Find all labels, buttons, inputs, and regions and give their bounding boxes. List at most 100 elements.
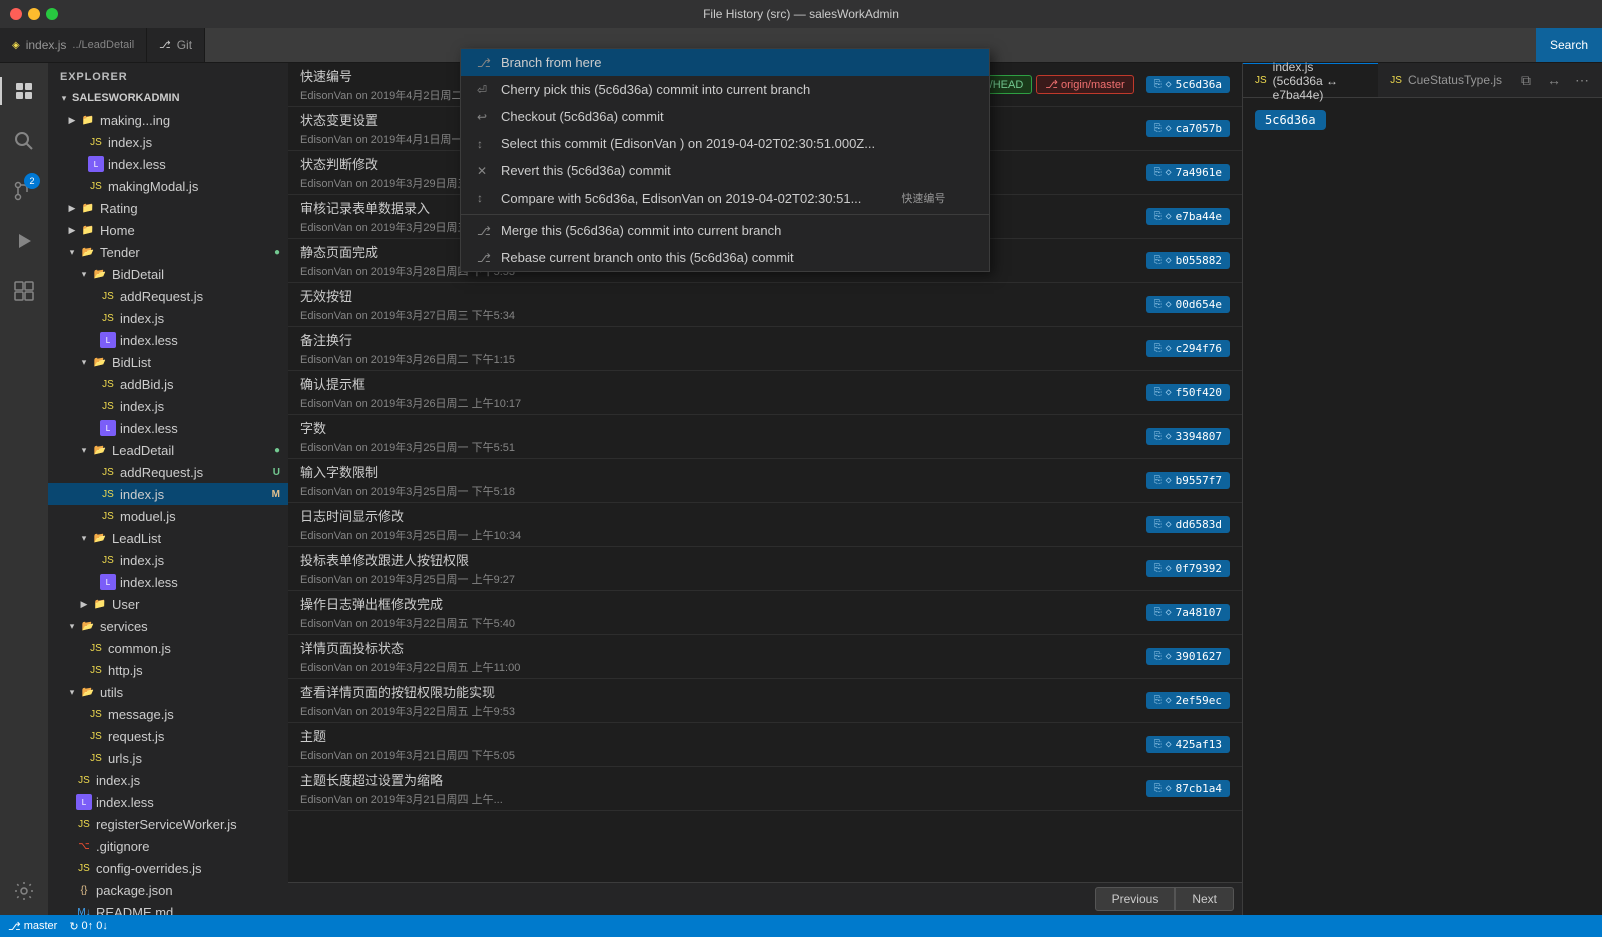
commit-hash-6[interactable]: ⎘ ◇ c294f76 — [1146, 340, 1230, 357]
commit-row-9[interactable]: 输入字数限制 EdisonVan on 2019年3月25日周一 下午5:18 … — [288, 459, 1242, 503]
previous-button[interactable]: Previous — [1095, 887, 1176, 911]
activity-search[interactable] — [0, 117, 48, 165]
commit-hash-11[interactable]: ⎘ ◇ 0f79392 — [1146, 560, 1230, 577]
commit-row-16[interactable]: 主题长度超过设置为缩略 EdisonVan on 2019年3月21日周四 上午… — [288, 767, 1242, 811]
commit-row-11[interactable]: 投标表单修改跟进人按钮权限 EdisonVan on 2019年3月25日周一 … — [288, 547, 1242, 591]
sidebar-root[interactable]: ▾ SALESWORKADMIN — [48, 87, 288, 109]
sidebar-item-index-less-1[interactable]: L index.less — [48, 153, 288, 175]
sidebar-item-rating[interactable]: ▶ 📁 Rating — [48, 197, 288, 219]
sidebar-item-leaddetail[interactable]: ▾ 📂 LeadDetail ● — [48, 439, 288, 461]
search-button[interactable]: Search — [1536, 28, 1602, 62]
commit-row-13[interactable]: 详情页面投标状态 EdisonVan on 2019年3月22日周五 上午11:… — [288, 635, 1242, 679]
sync-count: 0↑ 0↓ — [82, 920, 108, 932]
commit-row-15[interactable]: 主题 EdisonVan on 2019年3月21日周四 下午5:05 ⎘ ◇ … — [288, 723, 1242, 767]
sidebar-item-index-less-root[interactable]: L index.less — [48, 791, 288, 813]
sidebar-item-urls-js[interactable]: JS urls.js — [48, 747, 288, 769]
commit-hash-4[interactable]: ⎘ ◇ b055882 — [1146, 252, 1230, 269]
sidebar-item-gitignore[interactable]: ⌥ .gitignore — [48, 835, 288, 857]
branch-status[interactable]: ⎇ master — [8, 920, 57, 933]
sidebar-item-index-less-3[interactable]: L index.less — [48, 417, 288, 439]
context-menu-item-rebase[interactable]: ⎇ Rebase current branch onto this (5c6d3… — [461, 244, 989, 271]
activity-run[interactable] — [0, 217, 48, 265]
sidebar-item-request-js[interactable]: JS request.js — [48, 725, 288, 747]
commit-hash-2[interactable]: ⎘ ◇ 7a4961e — [1146, 164, 1230, 181]
sync-status[interactable]: ↻ 0↑ 0↓ — [69, 920, 108, 933]
sidebar-item-leadlist[interactable]: ▾ 📂 LeadList — [48, 527, 288, 549]
next-button[interactable]: Next — [1175, 887, 1234, 911]
sidebar-item-home[interactable]: ▶ 📁 Home — [48, 219, 288, 241]
commit-hash-13[interactable]: ⎘ ◇ 3901627 — [1146, 648, 1230, 665]
context-menu-item-branch-from-here[interactable]: ⎇ Branch from here — [461, 49, 989, 76]
sidebar-item-making-modal[interactable]: JS makingModal.js — [48, 175, 288, 197]
sidebar-item-http-js[interactable]: JS http.js — [48, 659, 288, 681]
sidebar-item-addrequest-1[interactable]: JS addRequest.js — [48, 285, 288, 307]
copy-hash-icon: ⎘ — [1154, 343, 1162, 354]
commit-hash-14[interactable]: ⎘ ◇ 2ef59ec — [1146, 692, 1230, 709]
close-button[interactable] — [10, 8, 22, 20]
commit-row-14[interactable]: 查看详情页面的按钮权限功能实现 EdisonVan on 2019年3月22日周… — [288, 679, 1242, 723]
minimize-button[interactable] — [28, 8, 40, 20]
sidebar-item-utils[interactable]: ▾ 📂 utils — [48, 681, 288, 703]
sidebar-item-moduel[interactable]: JS moduel.js — [48, 505, 288, 527]
commit-row-10[interactable]: 日志时间显示修改 EdisonVan on 2019年3月25日周一 上午10:… — [288, 503, 1242, 547]
sidebar-item-making[interactable]: ▶ 📁 making...ing — [48, 109, 288, 131]
sidebar-item-message-js[interactable]: JS message.js — [48, 703, 288, 725]
sidebar-item-config-overrides[interactable]: JS config-overrides.js — [48, 857, 288, 879]
sidebar-item-index-js-3[interactable]: JS index.js — [48, 395, 288, 417]
copy-button[interactable]: ⧉ — [1514, 68, 1538, 92]
commit-hash-3[interactable]: ⎘ ◇ e7ba44e — [1146, 208, 1230, 225]
tab-index-js[interactable]: ◈ index.js ../LeadDetail — [0, 28, 147, 62]
diff-button[interactable]: ↔ — [1542, 68, 1566, 92]
sidebar-item-bidlist[interactable]: ▾ 📂 BidList — [48, 351, 288, 373]
context-menu-item-select-commit[interactable]: ↕ Select this commit (EdisonVan ) on 201… — [461, 130, 989, 157]
commit-row-5[interactable]: 无效按钮 EdisonVan on 2019年3月27日周三 下午5:34 ⎘ … — [288, 283, 1242, 327]
context-menu-item-compare[interactable]: ↕ Compare with 5c6d36a, EdisonVan on 201… — [461, 184, 989, 212]
sidebar-item-addrequest-2[interactable]: JS addRequest.js U — [48, 461, 288, 483]
activity-explorer[interactable] — [0, 67, 48, 115]
commit-hash-12[interactable]: ⎘ ◇ 7a48107 — [1146, 604, 1230, 621]
commit-row-6[interactable]: 备注换行 EdisonVan on 2019年3月26日周二 下午1:15 ⎘ … — [288, 327, 1242, 371]
commit-hash-16[interactable]: ⎘ ◇ 87cb1a4 — [1146, 780, 1230, 797]
activity-extensions[interactable] — [0, 267, 48, 315]
sidebar-item-tender[interactable]: ▾ 📂 Tender ● — [48, 241, 288, 263]
tab-index-js-detail[interactable]: JS index.js (5c6d36a ↔ e7ba44e) — [1243, 63, 1378, 97]
more-button[interactable]: ⋯ — [1570, 68, 1594, 92]
commit-hash-10[interactable]: ⎘ ◇ dd6583d — [1146, 516, 1230, 533]
sidebar-item-index-js-4[interactable]: JS index.js — [48, 549, 288, 571]
commit-hash-8[interactable]: ⎘ ◇ 3394807 — [1146, 428, 1230, 445]
sidebar-item-services[interactable]: ▾ 📂 services — [48, 615, 288, 637]
commit-hash-0[interactable]: ⎘ ◇ 5c6d36a — [1146, 76, 1230, 93]
sidebar-item-user[interactable]: ▶ 📁 User — [48, 593, 288, 615]
sidebar-item-index-less-2[interactable]: L index.less — [48, 329, 288, 351]
context-menu-item-merge[interactable]: ⎇ Merge this (5c6d36a) commit into curre… — [461, 217, 989, 244]
sidebar-item-addbid[interactable]: JS addBid.js — [48, 373, 288, 395]
commit-row-8[interactable]: 字数 EdisonVan on 2019年3月25日周一 下午5:51 ⎘ ◇ … — [288, 415, 1242, 459]
sidebar-item-register-sw[interactable]: JS registerServiceWorker.js — [48, 813, 288, 835]
commit-hash-5[interactable]: ⎘ ◇ 00d654e — [1146, 296, 1230, 313]
commit-row-7[interactable]: 确认提示框 EdisonVan on 2019年3月26日周二 上午10:17 … — [288, 371, 1242, 415]
maximize-button[interactable] — [46, 8, 58, 20]
tab-git[interactable]: ⎇ Git — [147, 28, 205, 62]
sidebar-item-index-js-1[interactable]: JS index.js — [48, 131, 288, 153]
sidebar-item-index-js-root[interactable]: JS index.js — [48, 769, 288, 791]
activity-settings[interactable] — [0, 867, 48, 915]
sidebar-item-index-less-4[interactable]: L index.less — [48, 571, 288, 593]
tab-cue-status[interactable]: JS CueStatusType.js — [1378, 63, 1514, 97]
sidebar-item-biddetail[interactable]: ▾ 📂 BidDetail — [48, 263, 288, 285]
sidebar-item-index-js-2[interactable]: JS index.js — [48, 307, 288, 329]
activity-source-control[interactable]: 2 — [0, 167, 48, 215]
commit-row-12[interactable]: 操作日志弹出框修改完成 EdisonVan on 2019年3月22日周五 下午… — [288, 591, 1242, 635]
context-menu-item-cherry-pick[interactable]: ⏎ Cherry pick this (5c6d36a) commit into… — [461, 76, 989, 103]
sidebar-item-index-js-selected[interactable]: JS index.js M — [48, 483, 288, 505]
commit-hash-1[interactable]: ⎘ ◇ ca7057b — [1146, 120, 1230, 137]
context-menu-item-revert[interactable]: ✕ Revert this (5c6d36a) commit — [461, 157, 989, 184]
hash-icon: ◇ — [1166, 79, 1172, 90]
context-menu-item-checkout[interactable]: ↩ Checkout (5c6d36a) commit — [461, 103, 989, 130]
commit-hash-9[interactable]: ⎘ ◇ b9557f7 — [1146, 472, 1230, 489]
sidebar-item-package-json[interactable]: {} package.json — [48, 879, 288, 901]
commit-hash-15[interactable]: ⎘ ◇ 425af13 — [1146, 736, 1230, 753]
origin-master-badge: ⎇ origin/master — [1036, 75, 1133, 94]
sidebar-item-common-js[interactable]: JS common.js — [48, 637, 288, 659]
sidebar-item-readme[interactable]: M↓ README.md — [48, 901, 288, 915]
commit-hash-7[interactable]: ⎘ ◇ f50f420 — [1146, 384, 1230, 401]
